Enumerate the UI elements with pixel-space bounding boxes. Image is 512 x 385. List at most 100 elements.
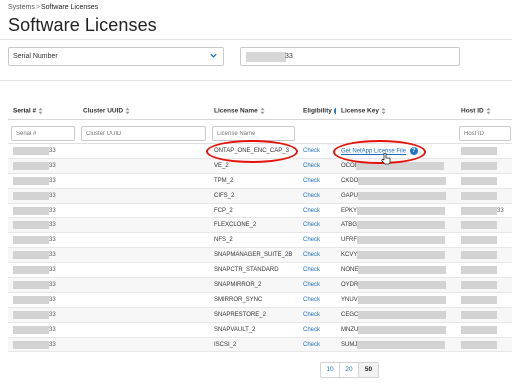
table-row: 33 TPM_2 Check CKDO	[8, 173, 512, 189]
check-eligibility-link[interactable]: Check	[303, 237, 320, 243]
license-name-cell: FLEXCLONE_2	[209, 217, 298, 234]
page-size-option[interactable]: 20	[340, 363, 359, 377]
column-header-license-name[interactable]: License Name	[209, 103, 298, 120]
page-size-option[interactable]: 10	[321, 363, 340, 377]
serial-cell: 33	[8, 292, 78, 308]
redacted-license-key	[356, 221, 445, 230]
column-header-host-id[interactable]: Host ID	[456, 103, 512, 120]
host-id-cell	[456, 262, 512, 279]
check-eligibility-link[interactable]: Check	[303, 312, 320, 318]
serial-cell: 33	[8, 277, 78, 293]
host-id-cell	[456, 337, 512, 353]
serial-filter-input[interactable]	[11, 126, 75, 141]
serial-suffix: 33	[49, 192, 56, 199]
host-id-cell	[456, 232, 512, 249]
serial-suffix: 33	[49, 311, 56, 318]
redacted-host-id	[461, 340, 497, 349]
info-icon[interactable]: ?	[409, 146, 418, 155]
check-eligibility-link[interactable]: Check	[303, 342, 320, 348]
column-header-license-key[interactable]: License Key	[336, 103, 456, 120]
license-key-prefix: SUMJ	[341, 341, 358, 348]
serial-cell: 33	[8, 158, 78, 174]
eligibility-cell: Check	[298, 247, 336, 264]
license-name-cell: SNAPVAULT_2	[209, 322, 298, 338]
serial-cell: 33	[8, 232, 78, 249]
license-key-prefix: GAPU	[341, 192, 359, 199]
check-eligibility-link[interactable]: Check	[303, 282, 320, 288]
redacted-serial	[13, 251, 49, 260]
check-eligibility-link[interactable]: Check	[303, 148, 320, 154]
table-row: 33 VE_2 Check OCOI	[8, 158, 512, 174]
redacted-license-key	[357, 251, 446, 260]
filter-field-select[interactable]: Serial Number	[8, 47, 224, 66]
check-eligibility-link[interactable]: Check	[303, 193, 320, 199]
breadcrumb-parent[interactable]: Systems	[8, 4, 35, 11]
redacted-serial	[13, 161, 49, 170]
check-eligibility-link[interactable]: Check	[303, 163, 320, 169]
check-eligibility-link[interactable]: Check	[303, 327, 320, 333]
sort-icon	[486, 107, 491, 114]
license-key-prefix: ATBG	[341, 222, 357, 229]
redacted-host-id	[461, 280, 497, 289]
table-row: 33 NFS_2 Check UFRF	[8, 232, 512, 249]
redacted-license-key	[356, 161, 445, 170]
serial-suffix: 33	[49, 222, 56, 229]
check-eligibility-link[interactable]: Check	[303, 252, 320, 258]
cluster-uuid-cell	[78, 337, 209, 353]
license-name: SNAPMANAGER_SUITE_2B	[214, 252, 293, 259]
host-id-cell	[456, 173, 512, 189]
license-key-cell: CEGC	[336, 307, 456, 323]
license-name-cell: VE_2	[209, 158, 298, 174]
redacted-license-key	[358, 176, 447, 185]
get-license-file-link[interactable]: Get NetApp License File	[341, 149, 406, 155]
serial-cell: 33	[8, 247, 78, 264]
cluster-uuid-cell	[78, 307, 209, 323]
filter-value-input[interactable]: 33	[240, 47, 460, 66]
check-eligibility-link[interactable]: Check	[303, 178, 320, 184]
license-name: TPM_2	[214, 177, 234, 184]
redacted-host-id	[461, 146, 497, 155]
table-row: 33 ONTAP_ONE_ENC_CAP_3 Check Get NetApp Lic…	[8, 143, 512, 159]
eligibility-cell: Check	[298, 158, 336, 174]
check-eligibility-link[interactable]: Check	[303, 297, 320, 303]
redacted-license-key	[358, 325, 447, 334]
license-name: FCP_2	[214, 207, 233, 214]
serial-suffix: 33	[49, 147, 56, 154]
host-id-cell	[456, 158, 512, 174]
license-name-filter-input[interactable]	[212, 126, 295, 141]
info-icon[interactable]: ?	[333, 106, 336, 115]
cluster-uuid-filter-input[interactable]	[81, 126, 206, 141]
host-id-cell	[456, 247, 512, 264]
cluster-uuid-cell	[78, 217, 209, 234]
license-name: ISCSI_2	[214, 341, 237, 348]
check-eligibility-link[interactable]: Check	[303, 222, 320, 228]
license-key-prefix: OYDR	[341, 281, 359, 288]
serial-cell: 33	[8, 337, 78, 353]
check-eligibility-link[interactable]: Check	[303, 208, 320, 214]
eligibility-cell: Check	[298, 143, 336, 159]
license-name-cell: ISCSI_2	[209, 337, 298, 353]
table-row: 33 ISCSI_2 Check SUMJ	[8, 337, 512, 353]
column-header-cluster-uuid[interactable]: Cluster UUID	[78, 103, 209, 120]
check-eligibility-link[interactable]: Check	[303, 267, 320, 273]
redacted-serial	[13, 236, 49, 245]
license-name-cell: SNAPRESTORE_2	[209, 307, 298, 323]
host-id-filter-input[interactable]	[459, 126, 511, 141]
license-key-cell: YNUV	[336, 292, 456, 308]
eligibility-cell: Check	[298, 188, 336, 204]
column-header-serial[interactable]: Serial #	[8, 103, 78, 120]
license-name-cell: SMIRROR_SYNC	[209, 292, 298, 308]
table-row: 33 SNAPMIRROR_2 Check OYDR	[8, 277, 512, 293]
page-size-option[interactable]: 50	[359, 363, 378, 377]
host-id-cell	[456, 307, 512, 323]
serial-cell: 33	[8, 262, 78, 279]
serial-suffix: 33	[49, 252, 56, 259]
cluster-uuid-cell	[78, 292, 209, 308]
license-key-prefix: MNZU	[341, 326, 359, 333]
eligibility-cell: Check	[298, 262, 336, 279]
redacted-serial	[13, 266, 49, 275]
redacted-license-key	[358, 191, 447, 200]
page-title: Software Licenses	[8, 15, 157, 35]
serial-cell: 33	[8, 173, 78, 189]
column-header-eligibility: Eligibility?	[298, 103, 336, 120]
